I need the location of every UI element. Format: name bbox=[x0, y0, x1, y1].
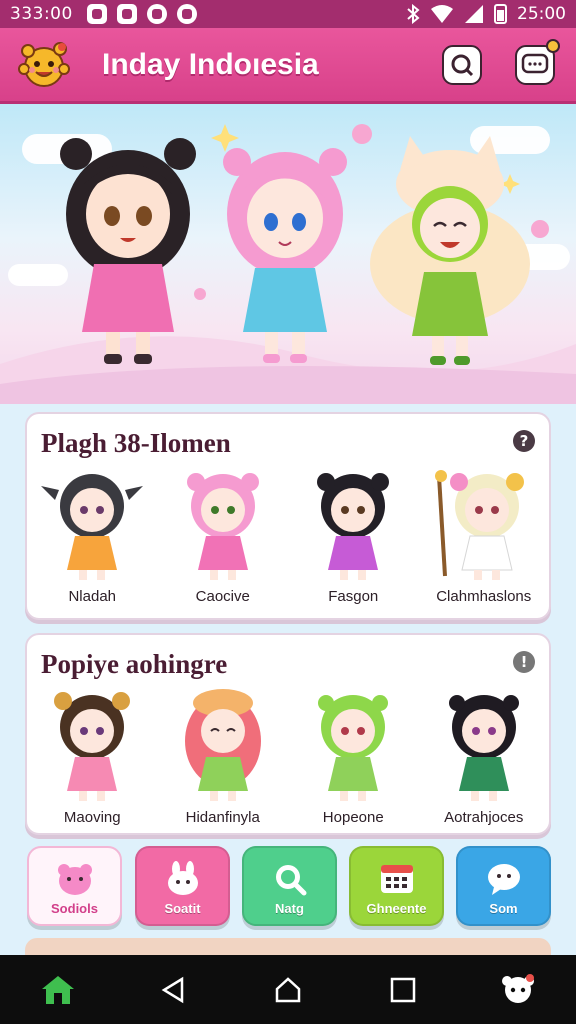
category-button-ghneente[interactable]: Ghneente bbox=[349, 846, 444, 926]
character-card[interactable]: Caocive bbox=[163, 466, 283, 605]
character-name: Maoving bbox=[63, 809, 121, 826]
search-button[interactable] bbox=[442, 45, 482, 85]
category-label: Sodiols bbox=[51, 901, 98, 916]
help-icon[interactable]: ? bbox=[513, 430, 535, 452]
character-card[interactable]: Fasgon bbox=[293, 466, 413, 605]
help-icon[interactable]: ! bbox=[513, 651, 535, 673]
character-section-1: Plagh 38-Ilomen ? Nladah Caocive Fasgon … bbox=[25, 412, 551, 620]
app-notification-icon bbox=[116, 4, 137, 24]
bunny-icon bbox=[167, 861, 198, 895]
notification-badge bbox=[546, 39, 560, 53]
category-button-soatit[interactable]: Soatit bbox=[135, 846, 230, 926]
character-avatar bbox=[41, 474, 144, 580]
calendar-icon bbox=[380, 865, 413, 893]
category-buttons: Sodiols Soatit Natg Ghneente Som bbox=[25, 846, 551, 926]
character-face-icon bbox=[502, 973, 535, 1003]
category-button-sodiols[interactable]: Sodiols bbox=[27, 846, 122, 926]
character-name: Aotrahjoces bbox=[444, 809, 524, 826]
status-time: 333:00 bbox=[10, 4, 73, 24]
app-title: Inday Indoıesia bbox=[102, 47, 319, 81]
character-avatar bbox=[318, 695, 389, 801]
character-name: Hidanfinyla bbox=[185, 809, 260, 826]
notification-icon bbox=[86, 4, 107, 24]
battery-icon bbox=[494, 4, 507, 24]
bluetooth-icon bbox=[407, 4, 420, 24]
character-section-2: Popiye aohingre ! Maoving Hidanfinyla Ho… bbox=[25, 633, 551, 835]
home-button[interactable] bbox=[36, 968, 80, 1012]
status-clock-right: 25:00 bbox=[517, 4, 566, 24]
section-title: Plagh 38-Ilomen bbox=[41, 428, 231, 458]
hero-characters-illustration bbox=[0, 124, 576, 404]
status-bar: 333:00 25:00 bbox=[0, 0, 576, 28]
bear-icon bbox=[57, 864, 92, 895]
category-button-natg[interactable]: Natg bbox=[242, 846, 337, 926]
character-name: Caocive bbox=[195, 588, 250, 605]
chat-bubble-icon bbox=[521, 53, 549, 74]
character-name: Hopeone bbox=[322, 809, 384, 826]
app-header: Inday Indoıesia bbox=[0, 28, 576, 104]
signal-icon bbox=[465, 5, 483, 23]
profile-button[interactable] bbox=[496, 968, 540, 1012]
home-icon bbox=[41, 975, 74, 1004]
character-name: Fasgon bbox=[328, 588, 379, 605]
character-avatar bbox=[54, 692, 131, 801]
search-icon bbox=[275, 865, 306, 896]
character-card[interactable]: Nladah bbox=[32, 466, 152, 605]
system-home-button[interactable] bbox=[266, 968, 310, 1012]
character-avatar bbox=[448, 695, 519, 801]
character-name: Nladah bbox=[68, 588, 117, 605]
category-label: Soatit bbox=[164, 901, 201, 916]
category-label: Som bbox=[489, 901, 518, 916]
character-avatar bbox=[184, 689, 261, 801]
character-card[interactable]: Maoving bbox=[32, 687, 152, 826]
category-label: Natg bbox=[275, 901, 304, 916]
back-button[interactable] bbox=[151, 968, 195, 1012]
recents-button[interactable] bbox=[381, 968, 425, 1012]
house-outline-icon bbox=[275, 976, 301, 1002]
wifi-icon bbox=[431, 5, 453, 23]
app-logo-icon[interactable] bbox=[16, 37, 72, 93]
chat-icon bbox=[487, 864, 520, 895]
square-icon bbox=[390, 977, 416, 1002]
camera-notification-icon bbox=[176, 4, 197, 24]
category-label: Ghneente bbox=[366, 901, 427, 916]
character-card[interactable]: Hidanfinyla bbox=[163, 687, 283, 826]
navigation-bar bbox=[0, 955, 576, 1024]
hero-banner bbox=[0, 104, 576, 404]
character-avatar bbox=[434, 470, 524, 580]
character-card[interactable]: Aotrahjoces bbox=[424, 687, 544, 826]
character-card[interactable]: Hopeone bbox=[293, 687, 413, 826]
character-name: Clahmhaslons bbox=[436, 588, 532, 605]
search-icon bbox=[451, 54, 474, 77]
sync-icon bbox=[146, 4, 167, 24]
section-title: Popiye aohingre bbox=[41, 649, 228, 679]
character-avatar bbox=[317, 473, 390, 580]
back-triangle-icon bbox=[161, 976, 184, 1003]
character-card[interactable]: Clahmhaslons bbox=[424, 466, 544, 605]
messages-button[interactable] bbox=[515, 39, 560, 85]
category-button-som[interactable]: Som bbox=[456, 846, 551, 926]
character-avatar bbox=[186, 473, 259, 580]
